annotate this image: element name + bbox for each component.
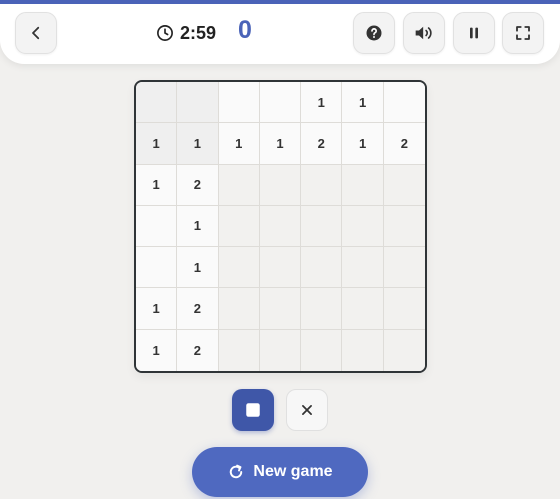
puzzle-cell[interactable] [383,164,425,206]
row-clue-cell: 2 [177,164,219,206]
column-clue-cell: 1 [301,82,343,124]
refresh-icon [230,464,243,479]
corner-cell: 1 [136,123,178,165]
puzzle-cell[interactable] [259,164,302,206]
column-clue-cell: 1 [218,123,260,165]
puzzle-cell[interactable] [383,329,425,371]
puzzle-cell[interactable] [342,247,384,289]
puzzle-cell[interactable] [383,288,425,330]
puzzle-cell[interactable] [218,205,260,248]
puzzle-cell[interactable] [218,329,260,371]
new-game-button[interactable]: New game [192,447,368,497]
puzzle-cell[interactable] [301,205,343,248]
pause-button[interactable] [453,12,495,54]
new-game-label: New game [253,463,333,480]
score-value: 0 [238,16,252,44]
column-clue-cell [218,82,260,124]
sound-button[interactable] [403,12,445,54]
timer-value: 2:59 [180,22,217,43]
row-clue-cell: 1 [136,329,178,371]
puzzle-cell[interactable] [342,329,384,371]
fill-mode-button[interactable] [232,389,274,431]
column-clue-cell: 2 [383,123,425,165]
corner-cell: 1 [177,123,219,165]
pause-icon [470,27,478,39]
row-clue-cell: 2 [177,288,219,330]
column-clue-cell: 2 [301,123,343,165]
puzzle-cell[interactable] [259,247,302,289]
fullscreen-button[interactable] [502,12,544,54]
row-clue-cell: 2 [177,329,219,371]
column-clue-cell [383,82,425,124]
puzzle-cell[interactable] [342,205,384,248]
cross-icon [302,405,312,415]
column-clue-cell: 1 [342,82,384,124]
corner-cell [177,82,219,124]
chevron-left-icon [32,26,40,40]
puzzle-cell[interactable] [383,247,425,289]
row-clue-cell: 1 [136,288,178,330]
progress-bar [0,0,560,4]
puzzle-board: 11111121212111212 [134,80,427,373]
filled-square-icon [246,403,260,417]
puzzle-cell[interactable] [342,288,384,330]
puzzle-cell[interactable] [342,164,384,206]
puzzle-cell[interactable] [218,288,260,330]
puzzle-cell[interactable] [301,288,343,330]
help-button[interactable] [353,12,395,54]
column-clue-cell: 1 [342,123,384,165]
top-bar: 2:59 0 [0,0,560,64]
puzzle-cell[interactable] [259,288,302,330]
puzzle-cell[interactable] [301,329,343,371]
cross-mode-button[interactable] [286,389,328,431]
progress-fill [0,0,560,4]
volume-icon [415,26,432,40]
column-clue-cell [259,82,302,124]
row-clue-cell: 1 [177,205,219,248]
row-clue-cell: 1 [177,247,219,289]
puzzle-cell[interactable] [218,164,260,206]
puzzle-cell[interactable] [259,205,302,248]
row-clue-cell [136,205,178,248]
question-icon [366,25,382,41]
row-clue-cell: 1 [136,164,178,206]
corner-cell [136,82,178,124]
back-button[interactable] [15,12,57,54]
column-clue-cell: 1 [259,123,302,165]
puzzle-cell[interactable] [259,329,302,371]
nonogram-grid: 11111121212111212 [136,82,425,371]
clock-icon [157,25,173,41]
puzzle-cell[interactable] [301,247,343,289]
puzzle-cell[interactable] [301,164,343,206]
timer: 2:59 [156,20,216,46]
puzzle-cell[interactable] [383,205,425,248]
puzzle-cell[interactable] [218,247,260,289]
fullscreen-icon [516,26,530,40]
row-clue-cell [136,247,178,289]
